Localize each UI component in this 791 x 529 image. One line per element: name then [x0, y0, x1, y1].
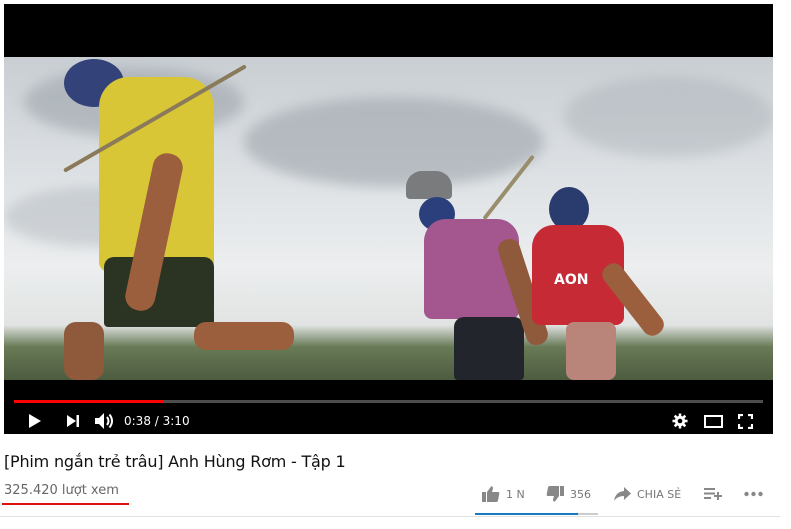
- video-player[interactable]: AON 0:38 / 3:10: [4, 4, 773, 434]
- share-button[interactable]: CHIA SẺ: [614, 485, 681, 503]
- video-frame[interactable]: AON: [4, 57, 773, 380]
- thumbs-up-icon: [482, 486, 500, 502]
- fullscreen-icon: [737, 413, 753, 429]
- duration: 3:10: [162, 414, 190, 428]
- sentiment-bar: [475, 513, 598, 515]
- like-button[interactable]: 1 N: [482, 485, 525, 503]
- more-icon: [744, 491, 763, 497]
- fullscreen-button[interactable]: [733, 410, 757, 432]
- divider: [0, 516, 780, 517]
- thumbs-down-icon: [546, 486, 564, 502]
- settings-button[interactable]: [668, 410, 692, 432]
- add-to-playlist-button[interactable]: [704, 485, 728, 503]
- boy-red-shirt: AON: [504, 187, 674, 380]
- boy-yellow-shirt: [44, 57, 294, 380]
- settings-icon: [672, 413, 688, 429]
- progress-bar[interactable]: [14, 400, 763, 403]
- theater-mode-button[interactable]: [701, 410, 725, 432]
- share-icon: [614, 487, 631, 501]
- play-icon: [29, 414, 41, 428]
- more-actions-button[interactable]: [744, 485, 769, 503]
- shirt-logo: AON: [554, 272, 589, 288]
- add-to-playlist-icon: [704, 488, 722, 500]
- dislike-count: 356: [570, 487, 591, 501]
- volume-icon: [95, 413, 113, 429]
- volume-button[interactable]: [92, 410, 116, 432]
- next-icon: [67, 415, 79, 427]
- share-label: CHIA SẺ: [637, 487, 682, 501]
- next-button[interactable]: [62, 410, 84, 432]
- sentiment-likes: [475, 513, 579, 515]
- video-title: [Phim ngắn trẻ trâu] Anh Hùng Rơm - Tập …: [4, 452, 346, 471]
- current-time: 0:38: [124, 414, 151, 428]
- view-count-underline: [2, 503, 129, 505]
- theater-mode-icon: [703, 414, 723, 428]
- view-count: 325.420 lượt xem: [4, 483, 119, 498]
- dislike-button[interactable]: 356: [546, 485, 591, 503]
- time-separator: /: [150, 414, 163, 428]
- like-count: 1 N: [506, 487, 525, 501]
- play-button[interactable]: [24, 410, 46, 432]
- progress-played: [14, 400, 164, 403]
- time-display: 0:38 / 3:10: [124, 410, 190, 432]
- player-controls: 0:38 / 3:10: [4, 380, 773, 434]
